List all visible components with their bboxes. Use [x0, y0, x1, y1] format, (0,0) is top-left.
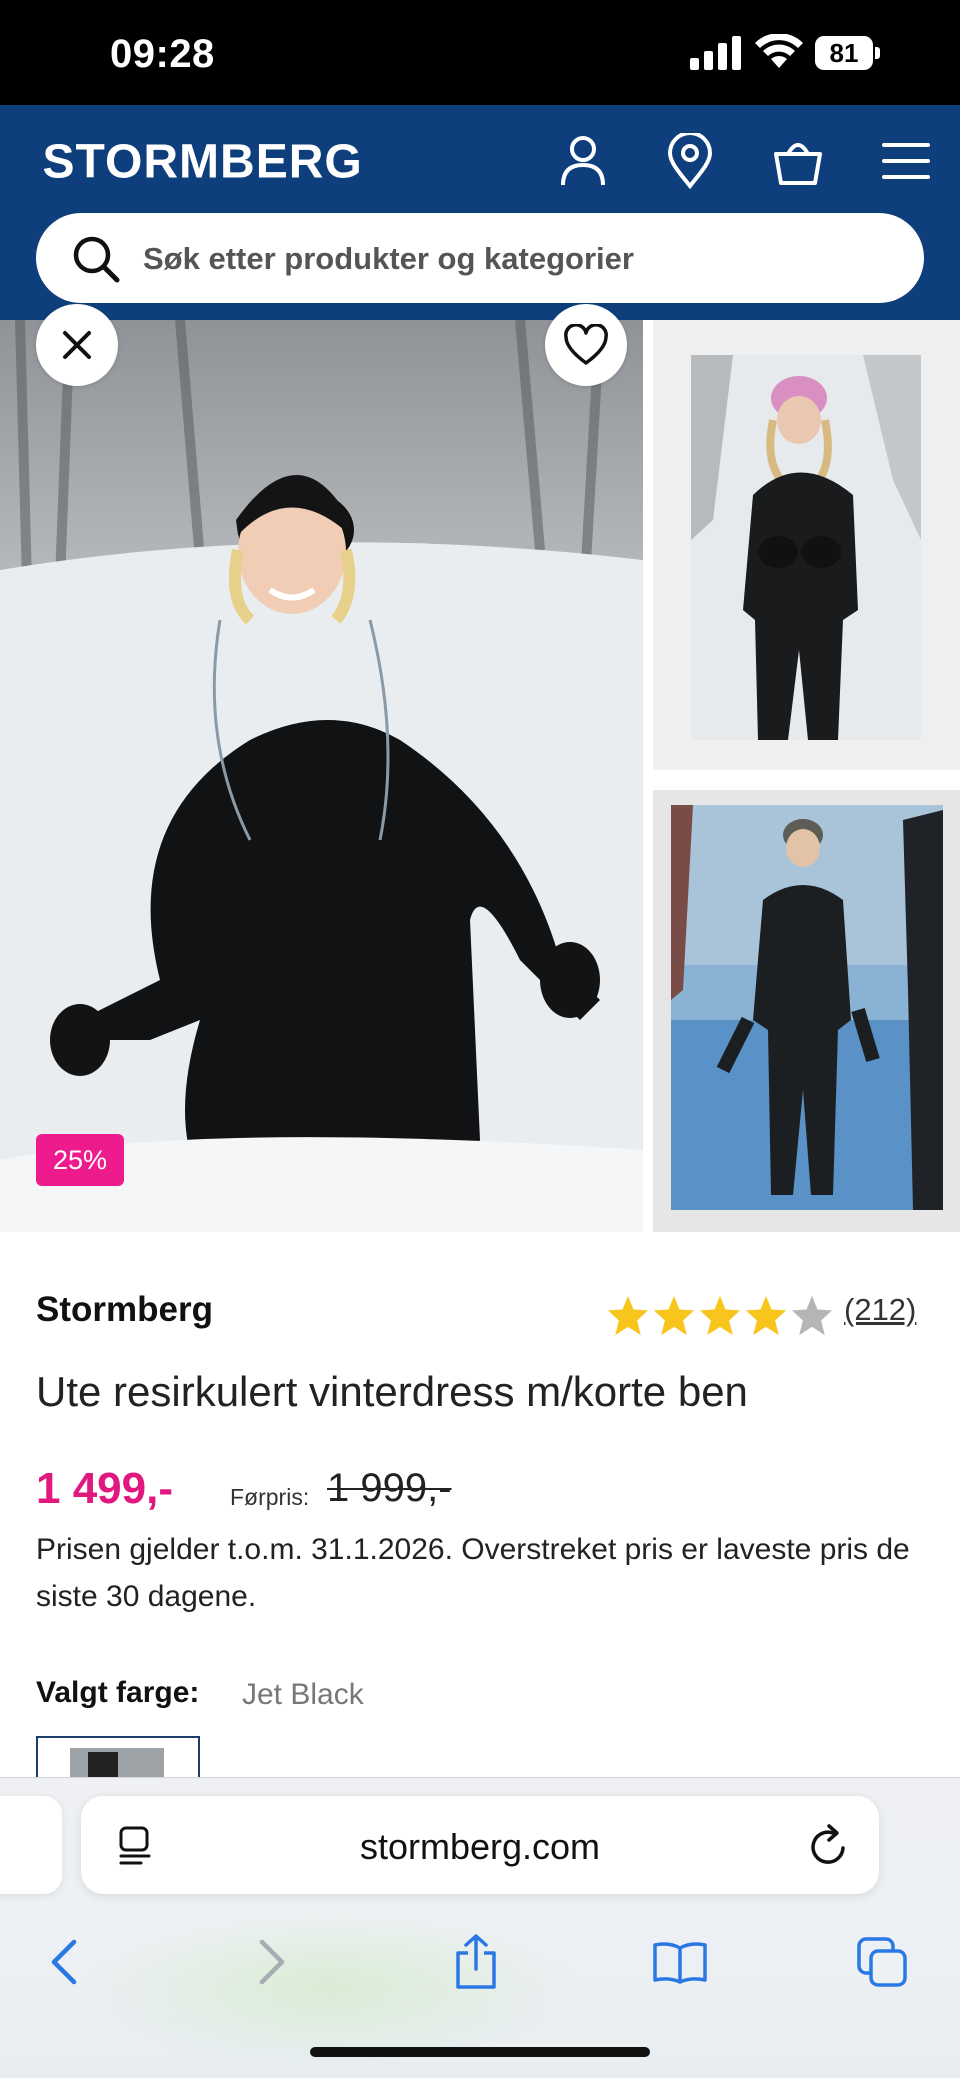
previous-price-label: Førpris: [230, 1484, 310, 1510]
home-indicator [310, 2047, 650, 2057]
status-bar: 09:28 81 [0, 0, 960, 105]
star-empty-icon [791, 1295, 833, 1336]
close-icon [63, 331, 91, 359]
discount-badge: 25% [36, 1134, 124, 1186]
tabs-icon[interactable] [846, 1926, 918, 1998]
address-bar[interactable]: stormberg.com [81, 1796, 879, 1894]
search-input[interactable] [141, 235, 885, 283]
main-product-image[interactable] [0, 320, 643, 1232]
shopping-bag-icon[interactable] [768, 131, 828, 191]
price-note: Prisen gjelder t.o.m. 31.1.2026. Overstr… [36, 1533, 910, 1613]
previous-tab-preview[interactable] [0, 1796, 62, 1894]
favorite-button[interactable] [545, 304, 627, 386]
cellular-signal-icon [690, 36, 741, 70]
reload-icon[interactable] [807, 1822, 851, 1868]
current-price: 1 499,- [36, 1464, 173, 1513]
svg-text:STORMBERG: STORMBERG [43, 135, 363, 185]
star-full-icon [607, 1295, 649, 1336]
wifi-icon [755, 34, 803, 68]
star-full-icon [699, 1295, 741, 1336]
stormberg-logo[interactable]: STORMBERG [36, 135, 376, 185]
battery-level: 81 [815, 36, 873, 70]
battery-icon: 81 [815, 36, 881, 70]
share-icon[interactable] [440, 1926, 512, 1998]
url-text[interactable]: stormberg.com [81, 1826, 879, 1868]
status-time: 09:28 [110, 32, 215, 76]
browser-toolbar: stormberg.com [0, 1777, 960, 2078]
previous-price: 1 999,- [327, 1466, 452, 1510]
back-icon[interactable] [28, 1926, 100, 1998]
thumbnail-image-1[interactable] [653, 320, 960, 770]
heart-icon [564, 324, 608, 365]
selected-color-label: Valgt farge: [36, 1676, 200, 1709]
hamburger-menu-icon[interactable] [876, 131, 936, 191]
star-full-icon [653, 1295, 695, 1336]
bookmarks-icon[interactable] [644, 1926, 716, 1998]
search-bar[interactable] [36, 213, 924, 303]
thumbnail-image-2[interactable] [653, 790, 960, 1232]
site-header: STORMBERG [0, 105, 960, 320]
forward-icon[interactable] [236, 1926, 308, 1998]
review-count-link[interactable]: (212) [844, 1292, 916, 1328]
user-icon[interactable] [553, 131, 613, 191]
selected-color-value: Jet Black [242, 1678, 364, 1711]
product-title: Ute resirkulert vinterdress m/korte ben [36, 1368, 748, 1415]
location-pin-icon[interactable] [660, 131, 720, 191]
star-full-icon [745, 1295, 787, 1336]
color-swatch-selected[interactable] [36, 1736, 200, 1778]
search-icon [73, 236, 120, 283]
rating-stars[interactable] [606, 1294, 834, 1336]
close-button[interactable] [36, 304, 118, 386]
product-brand: Stormberg [36, 1290, 213, 1329]
product-gallery: 25% [0, 304, 960, 1232]
